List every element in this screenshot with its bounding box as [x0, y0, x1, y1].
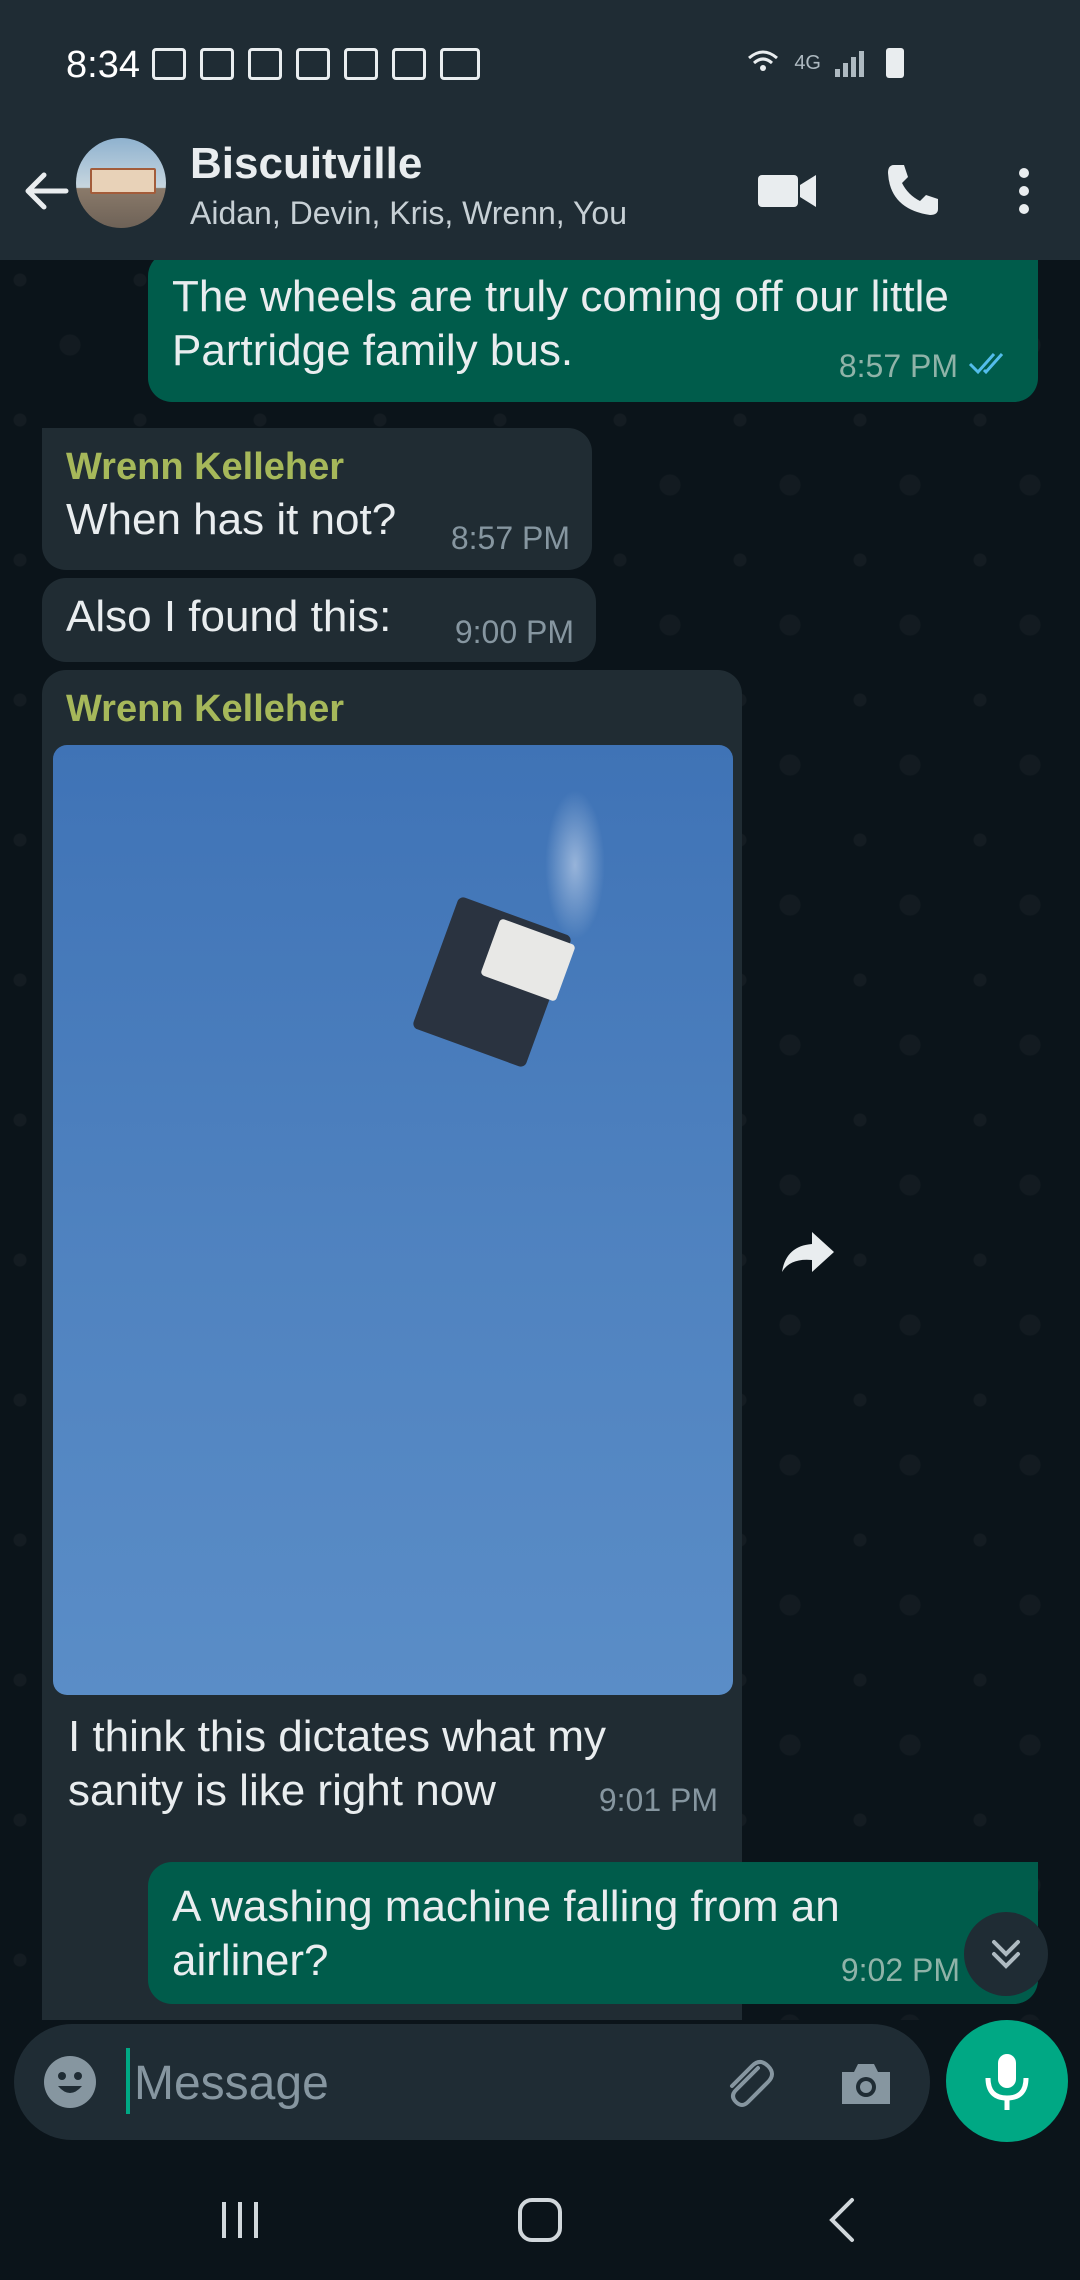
avatar-sign: [90, 168, 156, 194]
voice-call-icon[interactable]: [880, 159, 944, 223]
message-composer: [14, 2024, 930, 2140]
app-icon: [344, 48, 378, 80]
group-members[interactable]: Aidan, Devin, Kris, Wrenn, You: [190, 195, 627, 232]
chat-area[interactable]: The wheels are truly coming off our litt…: [0, 260, 1080, 2020]
message-input[interactable]: [132, 2044, 696, 2122]
back-arrow-icon[interactable]: [18, 163, 74, 219]
notification-icons: [152, 48, 480, 80]
cast-icon: [152, 48, 186, 80]
text-cursor: [126, 2048, 130, 2114]
message-incoming[interactable]: Wrenn Kelleher When has it not? 8:57 PM: [42, 428, 592, 570]
system-status: 4G: [746, 46, 904, 80]
shared-image[interactable]: [53, 745, 733, 1695]
sender-name: Wrenn Kelleher: [66, 446, 345, 488]
status-time: 8:34: [66, 44, 140, 86]
nav-back-icon[interactable]: [812, 2188, 876, 2252]
app-icon: [248, 48, 282, 80]
message-outgoing[interactable]: A washing machine falling from an airlin…: [148, 1862, 1038, 2004]
chat-header: Biscuitville Aidan, Devin, Kris, Wrenn, …: [0, 135, 1080, 260]
image-smoke: [545, 790, 605, 940]
scroll-to-bottom-button[interactable]: [964, 1912, 1048, 1996]
message-time: 9:01 PM: [598, 1782, 718, 1818]
battery-icon: [886, 48, 904, 78]
signal-icon: [835, 49, 864, 77]
status-bar: 8:34 4G: [0, 0, 1080, 135]
group-title[interactable]: Biscuitville: [190, 139, 422, 189]
network-label: 4G: [794, 51, 821, 74]
app-icon: [296, 48, 330, 80]
message-time: 8:57 PM: [838, 348, 958, 384]
double-chevron-down-icon: [992, 1940, 1020, 1969]
sender-name: Wrenn Kelleher: [66, 688, 345, 730]
message-outgoing[interactable]: The wheels are truly coming off our litt…: [148, 260, 1038, 402]
emoji-icon[interactable]: [42, 2054, 98, 2110]
linkedin-icon: [200, 48, 234, 80]
video-call-icon[interactable]: [756, 159, 820, 223]
forward-icon[interactable]: [776, 1220, 840, 1284]
message-incoming[interactable]: Also I found this: 9:00 PM: [42, 578, 596, 662]
image-caption: I think this dictates what my sanity is …: [68, 1712, 606, 1815]
group-avatar[interactable]: [76, 138, 166, 228]
message-time: 9:02 PM: [840, 1952, 960, 1988]
message-text: A washing machine falling from an airlin…: [172, 1882, 840, 1985]
microphone-icon: [985, 2054, 1029, 2110]
voice-message-button[interactable]: [946, 2020, 1068, 2142]
read-receipt-icon: [968, 353, 1004, 375]
system-navigation-bar: [0, 2160, 1080, 2280]
message-time: 8:57 PM: [450, 520, 570, 556]
attach-icon[interactable]: [718, 2054, 778, 2114]
laptop-icon: [440, 48, 480, 80]
gallery-icon: [392, 48, 426, 80]
home-icon[interactable]: [508, 2188, 572, 2252]
more-options-icon[interactable]: [998, 159, 1062, 223]
camera-icon[interactable]: [836, 2054, 896, 2114]
message-time: 9:00 PM: [454, 614, 574, 650]
wifi-icon: [748, 50, 779, 71]
recent-apps-icon[interactable]: [208, 2188, 272, 2252]
